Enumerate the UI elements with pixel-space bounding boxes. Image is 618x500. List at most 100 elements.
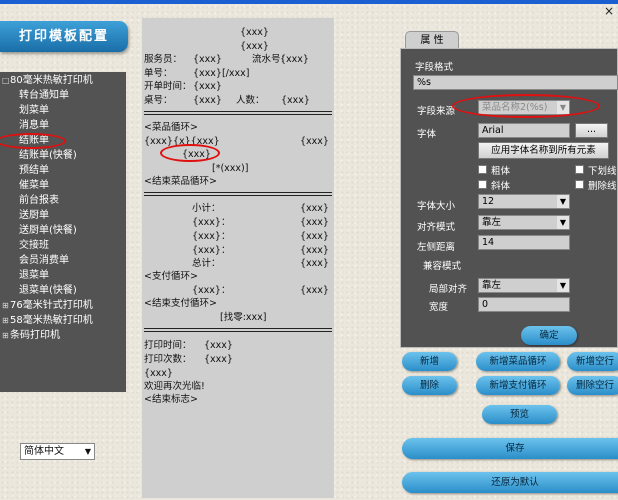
tree-item-prebill[interactable]: 预结单: [19, 163, 49, 178]
preview-line[interactable]: {xxx}: [240, 41, 269, 53]
preview-value[interactable]: {xxx}: [280, 54, 309, 66]
preview-value[interactable]: {xxx}: [300, 217, 329, 229]
tree-item-huacai[interactable]: 划菜单: [19, 103, 49, 118]
preview-loop-end[interactable]: <结束标志>: [144, 394, 198, 406]
preview-label[interactable]: {xxx}：: [192, 231, 230, 243]
tree-node-label: 条码打印机: [10, 330, 60, 341]
preview-line[interactable]: 欢迎再次光临!: [144, 381, 205, 393]
add-dish-loop-button[interactable]: 新增菜品循环: [476, 352, 560, 371]
preview-value[interactable]: {xxx}: [300, 203, 329, 215]
tree-item-return-fast[interactable]: 退菜单(快餐): [19, 283, 77, 298]
language-select[interactable]: 简体中文 ▼: [20, 443, 95, 460]
preview-value[interactable]: {xxx}: [204, 354, 233, 366]
preview-value[interactable]: {xxx}: [300, 258, 329, 270]
italic-checkbox[interactable]: [478, 180, 487, 189]
tree-item-kitchen[interactable]: 送厨单: [19, 208, 49, 223]
bold-checkbox[interactable]: [478, 165, 487, 174]
preview-label[interactable]: {xxx}：: [192, 245, 230, 257]
add-pay-loop-button[interactable]: 新增支付循环: [476, 376, 560, 395]
delete-blank-line-button[interactable]: 删除空行: [567, 376, 618, 395]
restore-default-button[interactable]: 还原为默认: [402, 472, 618, 493]
apply-font-all-button[interactable]: 应用字体名称到所有元素: [478, 142, 609, 159]
preview-value[interactable]: {xxx}: [300, 231, 329, 243]
add-blank-line-button[interactable]: 新增空行: [567, 352, 618, 371]
preview-value[interactable]: {xxx}: [193, 95, 222, 107]
expand-icon[interactable]: ⊞: [2, 313, 10, 328]
tree-item-member[interactable]: 会员消费单: [19, 253, 69, 268]
tree-item-kitchen-fast[interactable]: 送厨单(快餐): [19, 223, 77, 238]
tree-item-return[interactable]: 退菜单: [19, 268, 49, 283]
preview-label[interactable]: {xxx}：: [192, 285, 230, 297]
preview-value[interactable]: {xxx}: [300, 136, 329, 148]
page-title: 打印模板配置: [0, 21, 128, 52]
tree-node-76mm-dot[interactable]: ⊞76毫米针式打印机: [2, 298, 93, 313]
underline-checkbox[interactable]: [575, 165, 584, 174]
align-mode-select[interactable]: 靠左 ▼: [478, 215, 570, 230]
preview-loop-start[interactable]: <菜品循环>: [144, 122, 198, 134]
preview-value[interactable]: {xxx}: [281, 95, 310, 107]
preview-value[interactable]: {xxx}: [204, 340, 233, 352]
font-input[interactable]: Arial: [478, 123, 570, 138]
preview-line[interactable]: [找零:xxx]: [220, 312, 266, 324]
preview-value[interactable]: {xxx}: [193, 54, 222, 66]
preview-line[interactable]: {xxx}: [240, 27, 269, 39]
delete-button[interactable]: 删除: [402, 376, 457, 395]
tree-node-80mm-thermal[interactable]: □80毫米热敏打印机: [2, 73, 93, 88]
left-distance-input[interactable]: 14: [478, 235, 570, 250]
preview-line[interactable]: [*(xxx)]: [212, 163, 248, 175]
tree-item-message[interactable]: 消息单: [19, 118, 49, 133]
preview-value[interactable]: {xxx}: [300, 285, 329, 297]
preview-label[interactable]: 桌号：: [144, 95, 173, 107]
preview-label[interactable]: 人数：: [236, 95, 265, 107]
preview-value[interactable]: {xxx}: [300, 245, 329, 257]
close-icon[interactable]: ×: [600, 4, 618, 18]
tree-item-checkout-fast[interactable]: 结账单(快餐): [19, 148, 77, 163]
add-button[interactable]: 新增: [402, 352, 457, 371]
local-align-select[interactable]: 靠左 ▼: [478, 278, 570, 293]
font-size-select[interactable]: 12 ▼: [478, 194, 570, 209]
preview-loop-end[interactable]: <结束支付循环>: [144, 298, 217, 310]
font-label: 字体: [417, 129, 437, 140]
tree-node-barcode[interactable]: ⊞条码打印机: [2, 328, 60, 343]
tree-node-58mm-thermal[interactable]: ⊞58毫米热敏打印机: [2, 313, 93, 328]
preview-loop-start[interactable]: <支付循环>: [144, 271, 198, 283]
left-distance-label: 左侧距离: [417, 242, 456, 253]
preview-loop-end[interactable]: <结束菜品循环>: [144, 176, 217, 188]
separator: [144, 192, 332, 196]
tree-item-urge[interactable]: 催菜单: [19, 178, 49, 193]
preview-value[interactable]: {xxx}: [193, 81, 222, 93]
field-format-input[interactable]: %s: [413, 75, 618, 90]
expand-icon[interactable]: ⊞: [2, 328, 10, 343]
strike-checkbox[interactable]: [575, 180, 584, 189]
preview-label[interactable]: 打印时间：: [144, 340, 192, 352]
chevron-down-icon: ▼: [557, 279, 569, 292]
preview-label[interactable]: 小计：: [192, 203, 221, 215]
preview-label[interactable]: {xxx}：: [192, 217, 230, 229]
italic-label: 斜体: [491, 181, 511, 192]
preview-label[interactable]: 开单时间：: [144, 81, 192, 93]
preview-label[interactable]: 打印次数：: [144, 354, 192, 366]
preview-value[interactable]: {xxx}[/xxx]: [193, 68, 249, 80]
font-size-label: 字体大小: [417, 201, 456, 212]
preview-button[interactable]: 预览: [482, 405, 557, 424]
collapse-icon[interactable]: □: [2, 73, 10, 88]
font-size-value: 12: [482, 196, 495, 207]
local-align-label: 局部对齐: [429, 284, 468, 295]
preview-label[interactable]: 单号：: [144, 68, 173, 80]
preview-label[interactable]: 总计：: [192, 258, 221, 270]
tab-properties[interactable]: 属 性: [405, 31, 459, 49]
tree-item-report[interactable]: 前台报表: [19, 193, 59, 208]
expand-icon[interactable]: ⊞: [2, 298, 10, 313]
separator: [144, 111, 332, 115]
tree-item-shift[interactable]: 交接班: [19, 238, 49, 253]
tree-node-label: 58毫米热敏打印机: [10, 315, 93, 326]
tree-item-transfer[interactable]: 转台通知单: [19, 88, 69, 103]
field-format-label: 字段格式: [415, 62, 454, 73]
width-input[interactable]: 0: [478, 297, 570, 312]
preview-line[interactable]: {xxx}: [144, 368, 173, 380]
preview-label[interactable]: 服务员：: [144, 54, 182, 66]
save-button[interactable]: 保存: [402, 438, 618, 459]
font-picker-button[interactable]: ...: [575, 123, 608, 138]
template-preview: {xxx} {xxx} 服务员： {xxx} 流水号： {xxx} 单号： {x…: [142, 18, 334, 498]
ok-button[interactable]: 确定: [521, 326, 577, 345]
